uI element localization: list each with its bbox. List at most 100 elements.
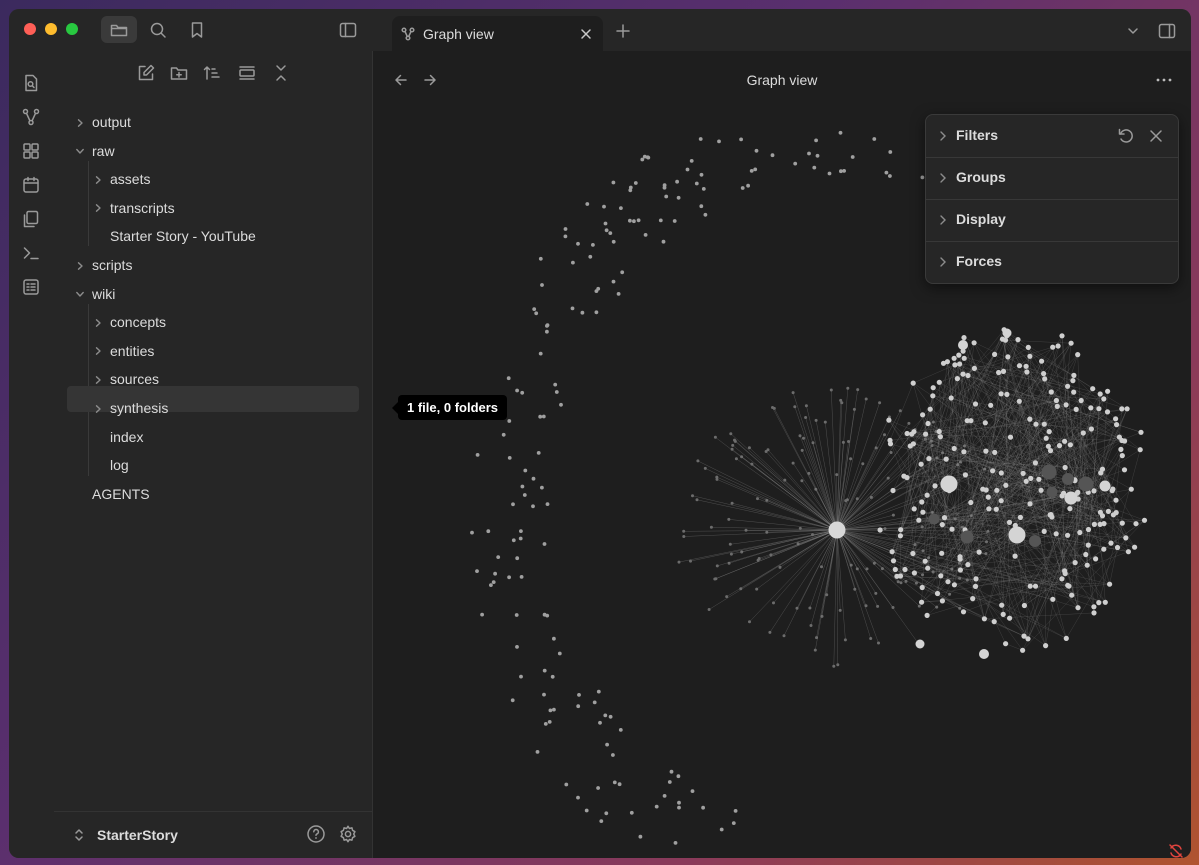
tree-item-assets[interactable]: assets bbox=[95, 167, 150, 192]
graph-icon[interactable] bbox=[21, 107, 41, 127]
graph-node[interactable] bbox=[994, 487, 1000, 493]
graph-node[interactable] bbox=[827, 171, 832, 176]
graph-node[interactable] bbox=[672, 219, 677, 223]
restore-defaults-icon[interactable] bbox=[1116, 126, 1136, 146]
graph-node[interactable] bbox=[542, 542, 547, 546]
graph-node[interactable] bbox=[612, 780, 617, 785]
graph-node[interactable] bbox=[691, 494, 694, 498]
file-explorer-button[interactable] bbox=[101, 16, 137, 43]
tree-item-log[interactable]: log bbox=[110, 453, 129, 478]
graph-node[interactable] bbox=[910, 380, 916, 386]
graph-node[interactable] bbox=[1088, 426, 1094, 432]
graph-node[interactable] bbox=[907, 421, 911, 425]
vault-name[interactable]: StarterStory bbox=[97, 827, 178, 843]
sync-error-icon[interactable] bbox=[1168, 843, 1184, 858]
graph-node[interactable] bbox=[559, 402, 563, 407]
graph-node[interactable] bbox=[734, 457, 738, 461]
graph-node[interactable] bbox=[541, 414, 546, 419]
graph-node[interactable] bbox=[852, 407, 856, 411]
graph-node[interactable] bbox=[654, 804, 659, 809]
tree-item-sources[interactable]: sources bbox=[95, 367, 159, 392]
graph-node[interactable] bbox=[753, 167, 758, 172]
graph-node[interactable] bbox=[782, 634, 786, 638]
graph-node[interactable] bbox=[855, 497, 859, 501]
graph-node[interactable] bbox=[877, 527, 883, 533]
graph-node[interactable] bbox=[740, 186, 745, 190]
graph-node[interactable] bbox=[576, 795, 580, 800]
graph-node[interactable] bbox=[1016, 363, 1023, 369]
graph-node[interactable] bbox=[904, 475, 910, 481]
graph-node[interactable] bbox=[676, 195, 681, 200]
new-folder-icon[interactable] bbox=[169, 63, 189, 83]
graph-node[interactable] bbox=[1114, 422, 1120, 428]
graph-node[interactable] bbox=[677, 560, 681, 564]
graph-node[interactable] bbox=[1048, 389, 1054, 395]
graph-node[interactable] bbox=[1064, 491, 1078, 505]
help-icon[interactable] bbox=[306, 824, 326, 844]
graph-node[interactable] bbox=[940, 475, 958, 493]
graph-node[interactable] bbox=[811, 533, 814, 537]
graph-node[interactable] bbox=[1043, 643, 1049, 649]
graph-node[interactable] bbox=[520, 390, 525, 395]
graph-node[interactable] bbox=[992, 351, 998, 357]
graph-node[interactable] bbox=[1075, 605, 1081, 611]
graph-node[interactable] bbox=[730, 501, 734, 505]
graph-node[interactable] bbox=[699, 172, 704, 177]
graph-node[interactable] bbox=[511, 502, 515, 507]
graph-node[interactable] bbox=[887, 441, 894, 447]
graph-node[interactable] bbox=[642, 154, 647, 159]
graph-node[interactable] bbox=[1097, 509, 1103, 515]
minimize-window-button[interactable] bbox=[45, 23, 57, 35]
graph-node[interactable] bbox=[1072, 560, 1078, 566]
graph-node[interactable] bbox=[1113, 497, 1119, 503]
graph-node[interactable] bbox=[980, 486, 986, 492]
graph-node[interactable] bbox=[543, 722, 548, 726]
graph-node[interactable] bbox=[960, 371, 966, 377]
graph-node[interactable] bbox=[1068, 340, 1074, 346]
graph-node[interactable] bbox=[1041, 528, 1047, 534]
graph-node[interactable] bbox=[841, 440, 845, 444]
graph-node[interactable] bbox=[891, 513, 895, 517]
graph-node[interactable] bbox=[608, 231, 613, 236]
graph-node[interactable] bbox=[836, 663, 840, 667]
graph-node[interactable] bbox=[993, 506, 999, 512]
graph-node[interactable] bbox=[937, 434, 944, 440]
graph-node[interactable] bbox=[1096, 600, 1102, 606]
graph-node[interactable] bbox=[936, 428, 942, 435]
graph-node[interactable] bbox=[584, 808, 589, 813]
graph-node[interactable] bbox=[1078, 476, 1094, 492]
graph-node[interactable] bbox=[563, 227, 568, 231]
graph-node[interactable] bbox=[990, 468, 996, 474]
graph-node[interactable] bbox=[1027, 416, 1033, 422]
graph-node[interactable] bbox=[815, 153, 820, 158]
graph-node[interactable] bbox=[869, 637, 873, 640]
graph-node[interactable] bbox=[571, 260, 575, 265]
graph-node[interactable] bbox=[1071, 389, 1077, 395]
graph-node[interactable] bbox=[983, 448, 989, 454]
chevron-right-icon[interactable] bbox=[92, 367, 104, 392]
graph-node[interactable] bbox=[965, 562, 971, 568]
graph-node[interactable] bbox=[926, 456, 932, 462]
search-button[interactable] bbox=[140, 16, 176, 43]
graph-node[interactable] bbox=[731, 443, 735, 447]
graph-node[interactable] bbox=[948, 395, 954, 401]
graph-node[interactable] bbox=[547, 720, 552, 724]
graph-node[interactable] bbox=[889, 549, 895, 555]
graph-node[interactable] bbox=[545, 323, 550, 327]
graph-node[interactable] bbox=[1119, 520, 1125, 526]
graph-node[interactable] bbox=[664, 194, 669, 199]
graph-node[interactable] bbox=[608, 714, 613, 719]
graph-node[interactable] bbox=[553, 382, 558, 387]
graph-node[interactable] bbox=[1085, 542, 1091, 548]
tree-item-agents[interactable]: AGENTS bbox=[92, 482, 150, 507]
templates-icon[interactable] bbox=[21, 209, 41, 229]
graph-node[interactable] bbox=[998, 498, 1004, 504]
graph-node[interactable] bbox=[510, 698, 515, 703]
close-window-button[interactable] bbox=[24, 23, 36, 35]
chevron-right-icon[interactable] bbox=[92, 196, 104, 221]
graph-node[interactable] bbox=[902, 566, 908, 573]
graph-node[interactable] bbox=[756, 558, 760, 562]
graph-node[interactable] bbox=[1124, 406, 1130, 412]
graph-node[interactable] bbox=[690, 789, 695, 793]
graph-node[interactable] bbox=[856, 388, 860, 392]
